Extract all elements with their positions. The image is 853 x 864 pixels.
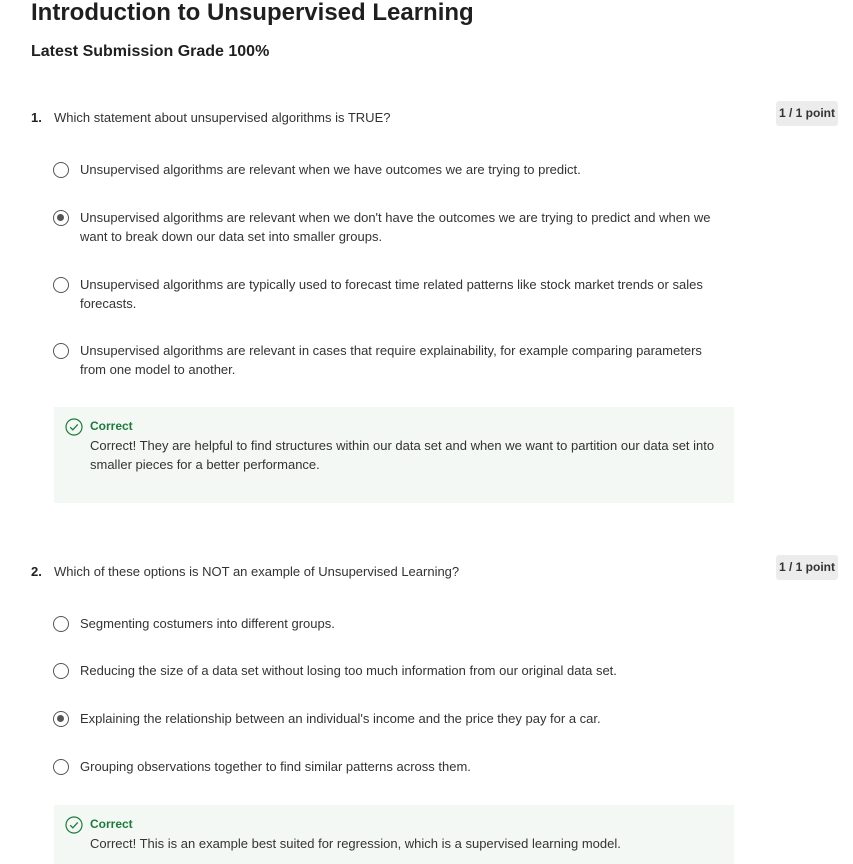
page-title: Introduction to Unsupervised Learning xyxy=(31,0,474,26)
question-number: 2. xyxy=(31,564,42,579)
option-label: Explaining the relationship between an i… xyxy=(80,711,601,726)
check-circle-icon xyxy=(65,816,83,834)
question-text: Which of these options is NOT an example… xyxy=(54,564,460,579)
radio-button[interactable] xyxy=(53,277,69,293)
feedback-title: Correct xyxy=(90,419,133,433)
question-1: 1. Which statement about unsupervised al… xyxy=(0,101,853,509)
option-label: Unsupervised algorithms are typically us… xyxy=(80,277,703,311)
question-number: 1. xyxy=(31,110,42,125)
option-label: Unsupervised algorithms are relevant whe… xyxy=(80,162,581,177)
radio-button[interactable] xyxy=(53,162,69,178)
feedback-text: Correct! They are helpful to find struct… xyxy=(90,438,715,472)
question-2: 2. Which of these options is NOT an exam… xyxy=(0,555,853,864)
radio-button-selected[interactable] xyxy=(53,210,69,226)
radio-button[interactable] xyxy=(53,343,69,359)
option-label: Grouping observations together to find s… xyxy=(80,759,471,774)
option-label: Unsupervised algorithms are relevant in … xyxy=(80,343,702,377)
feedback-title: Correct xyxy=(90,817,133,831)
feedback-box: Correct Correct! This is an example best… xyxy=(54,805,734,864)
points-badge: 1 / 1 point xyxy=(775,555,838,580)
radio-button-selected[interactable] xyxy=(53,711,69,727)
radio-button[interactable] xyxy=(53,663,69,679)
radio-button[interactable] xyxy=(53,759,69,775)
feedback-box: Correct Correct! They are helpful to fin… xyxy=(54,407,734,503)
submission-grade: Latest Submission Grade 100% xyxy=(31,43,270,60)
option-label: Segmenting costumers into different grou… xyxy=(80,616,335,631)
option-label: Reducing the size of a data set without … xyxy=(80,663,617,678)
option-label: Unsupervised algorithms are relevant whe… xyxy=(80,210,711,244)
question-text: Which statement about unsupervised algor… xyxy=(54,110,391,125)
check-circle-icon xyxy=(65,418,83,436)
radio-button[interactable] xyxy=(53,616,69,632)
points-badge: 1 / 1 point xyxy=(775,101,838,126)
feedback-text: Correct! This is an example best suited … xyxy=(90,836,621,851)
